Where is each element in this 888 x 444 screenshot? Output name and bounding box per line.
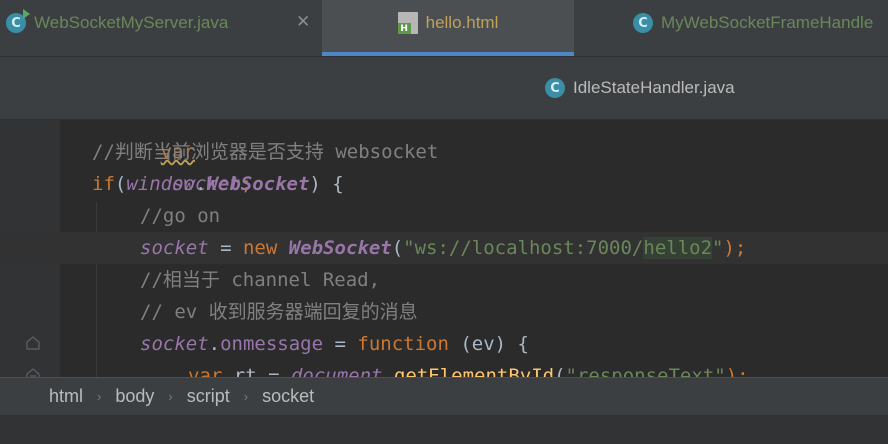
keyword: function: [357, 333, 449, 355]
editor-tab-bar: C WebSocketMyServer.java ✕ H hello.html …: [0, 0, 888, 57]
tab-label: MyWebSocketFrameHandle: [661, 13, 874, 32]
string-literal: "ws://localhost:7000/: [403, 237, 644, 259]
property: onmessage: [220, 333, 324, 355]
code-line[interactable]: // ev 收到服务器端回复的消息: [0, 296, 888, 377]
java-class-icon: C: [633, 13, 653, 33]
java-class-icon: C: [545, 78, 565, 98]
active-tab-indicator: [322, 52, 574, 56]
breadcrumb-item-script[interactable]: script: [183, 386, 234, 407]
close-tab-icon[interactable]: ✕: [296, 12, 310, 32]
tab-label: IdleStateHandler.java: [573, 78, 735, 97]
code-comment: //判断当前浏览器是否支持 websocket: [92, 141, 439, 163]
punct: (: [554, 365, 566, 377]
keyword: if: [92, 173, 115, 195]
punct: ) {: [309, 173, 344, 195]
code-line[interactable]: socket.onmessage = function (ev) {: [0, 328, 888, 360]
code-text: rt =: [222, 365, 291, 377]
code-comment: // ev 收到服务器端回复的消息: [140, 301, 418, 323]
punct: );: [723, 237, 747, 259]
global-object: document: [290, 365, 383, 377]
html-file-letter: H: [397, 23, 411, 34]
code-comment: //go on: [140, 205, 221, 227]
operator: =: [208, 237, 243, 259]
chevron-right-icon: ›: [243, 389, 249, 404]
fold-open-icon[interactable]: [26, 176, 40, 254]
property: WebSocket: [206, 173, 310, 195]
code-line[interactable]: //判断当前浏览器是否支持 websocket: [0, 136, 888, 168]
java-class-letter: C: [550, 80, 560, 96]
tab-idle-state-handler[interactable]: C IdleStateHandler.java: [545, 57, 735, 119]
tab-my-websocket-frame-handler[interactable]: C MyWebSocketFrameHandle: [633, 0, 873, 56]
class-name: WebSocket: [288, 237, 392, 259]
breadcrumb-item-socket[interactable]: socket: [258, 386, 318, 407]
punct: );: [725, 365, 749, 377]
html-file-icon: H: [397, 12, 418, 34]
java-class-run-icon: C: [6, 9, 30, 33]
fold-end-icon[interactable]: [26, 272, 40, 350]
code-line[interactable]: var rt = document.getElementById("respon…: [0, 360, 888, 377]
java-class-letter: C: [638, 15, 648, 31]
tab-label: hello.html: [425, 13, 499, 32]
code-line-current[interactable]: socket = new WebSocket("ws://localhost:7…: [0, 232, 888, 264]
fold-end-icon[interactable]: [26, 304, 40, 377]
keyword: var: [188, 365, 223, 377]
editor-tab-bar-row-2: C IdleStateHandler.java: [0, 57, 888, 120]
punct: .: [194, 173, 207, 195]
code-line[interactable]: //go on: [0, 200, 888, 232]
string-literal: ": [712, 237, 724, 259]
code-comment: //相当于 channel Read,: [140, 269, 381, 291]
code-editor[interactable]: var socket; //判断当前浏览器是否支持 websocket if(w…: [0, 120, 888, 377]
tab-websocket-my-server[interactable]: C WebSocketMyServer.java: [6, 0, 228, 56]
status-bar: [0, 415, 888, 444]
breadcrumb: html › body › script › socket: [0, 377, 888, 415]
string-highlight: hello2: [643, 237, 713, 259]
variable: socket: [140, 333, 209, 355]
punct: (: [391, 237, 404, 259]
tab-label: WebSocketMyServer.java: [34, 13, 229, 32]
chevron-right-icon: ›: [97, 389, 102, 404]
string-literal: "responseText": [565, 365, 726, 377]
function-args: (ev) {: [448, 333, 529, 355]
code-line[interactable]: var socket;: [0, 120, 888, 195]
fold-open-icon[interactable]: [26, 336, 40, 350]
keyword: new: [242, 237, 278, 259]
code-line[interactable]: if(window.WebSocket) {: [0, 168, 888, 254]
punct: .: [208, 333, 221, 355]
chevron-right-icon: ›: [168, 389, 173, 404]
java-class-letter: C: [11, 15, 21, 31]
breadcrumb-item-body[interactable]: body: [111, 386, 158, 407]
punct: (: [114, 173, 127, 195]
breadcrumb-item-html[interactable]: html: [45, 386, 87, 407]
operator: =: [323, 333, 358, 355]
global-object: window: [126, 173, 195, 195]
variable: socket: [140, 237, 209, 259]
tab-hello-html[interactable]: H hello.html: [322, 0, 574, 56]
punct: .: [382, 365, 394, 377]
code-line[interactable]: //相当于 channel Read,: [0, 264, 888, 350]
method-call: getElementById: [393, 365, 555, 377]
